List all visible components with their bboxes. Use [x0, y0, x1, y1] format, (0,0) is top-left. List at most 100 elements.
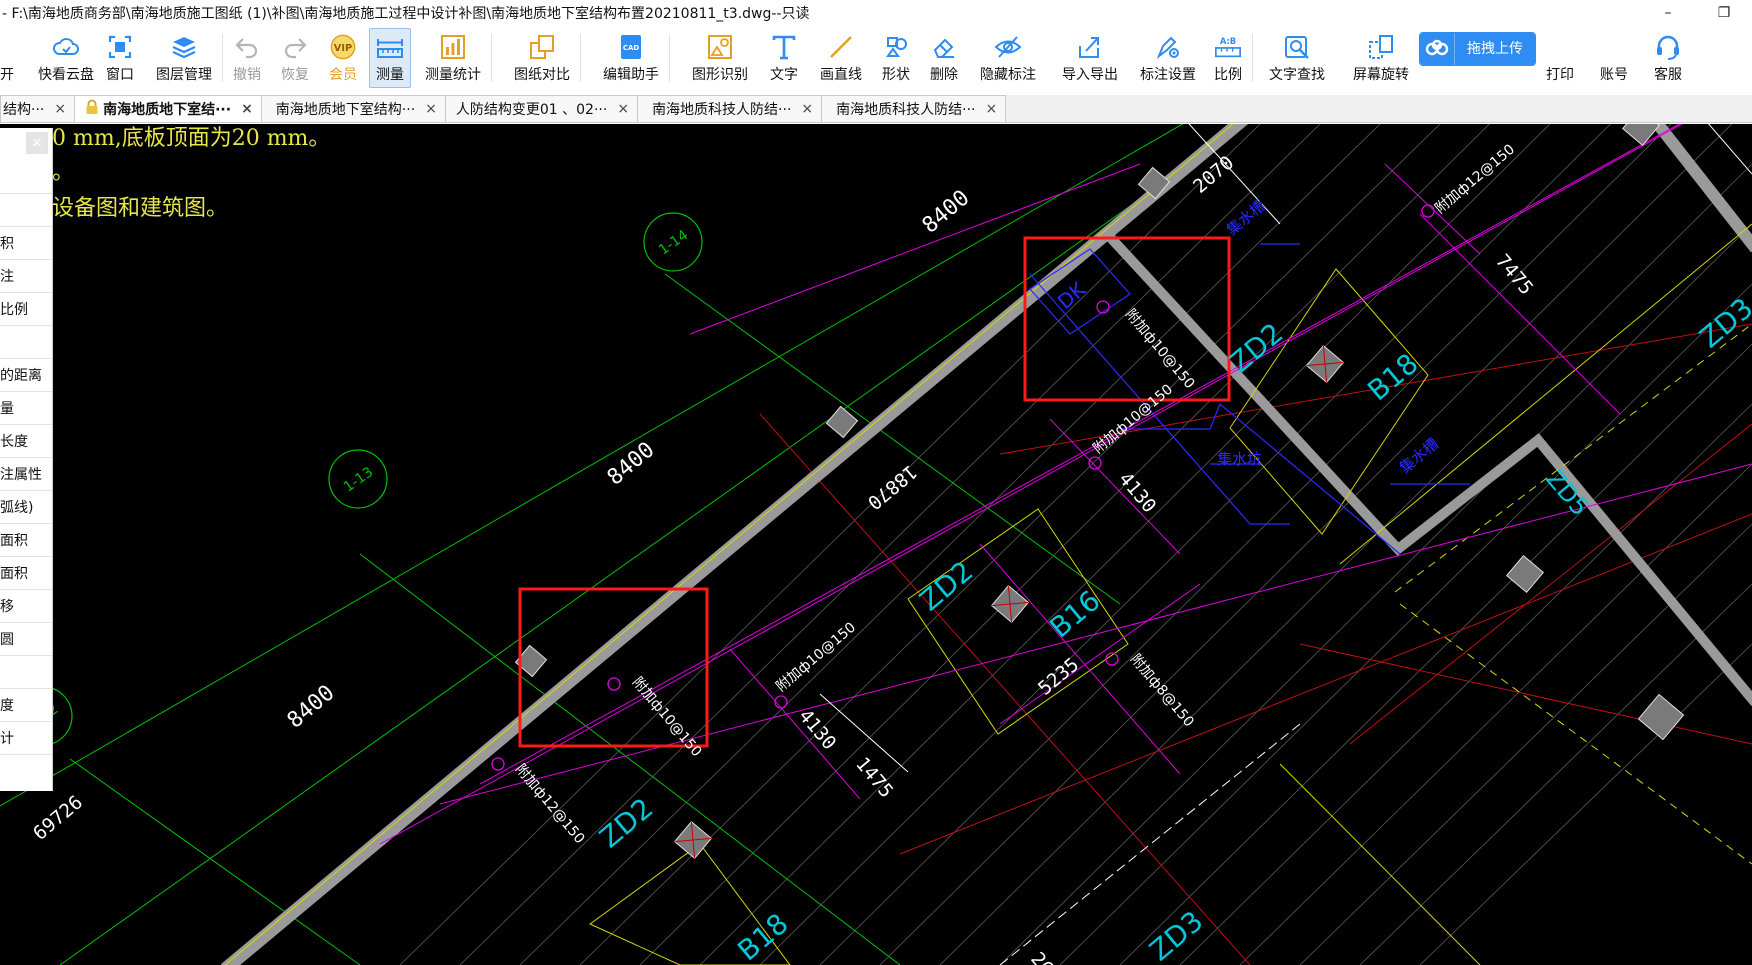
rebar-label-3: 附加ф10@150 [1090, 381, 1176, 457]
measure-stats-button[interactable]: 测量统计 [419, 28, 487, 88]
side-panel-item[interactable]: 面积 [0, 557, 52, 590]
side-panel-item[interactable]: 计 [0, 722, 52, 755]
annotation-settings-button[interactable]: 标注设置 [1134, 28, 1202, 88]
side-panel-item[interactable]: 度 [0, 689, 52, 722]
lock-icon [85, 99, 99, 119]
support-icon [1654, 33, 1682, 61]
close-icon[interactable]: × [26, 132, 48, 154]
rebar-label-4: 附加ф10@150 [773, 619, 859, 695]
compare-button[interactable]: 图纸对比 [508, 28, 576, 88]
layer-manager-button[interactable]: 图层管理 [150, 28, 218, 88]
measure-icon [376, 33, 404, 61]
undo-button[interactable]: 撤销 [227, 28, 267, 88]
zone-label-2: ZD2 [913, 554, 979, 617]
measure-button[interactable]: 测量 [369, 28, 411, 88]
tab-doc-4[interactable]: 人防结构变更01 、02··· × [444, 95, 639, 122]
tab-doc-5[interactable]: 南海地质科技人防结··· × [637, 95, 823, 122]
scale-button[interactable]: A:B 比例 [1208, 28, 1248, 88]
shape-button[interactable]: 形状 [876, 28, 916, 88]
drag-upload-button[interactable]: 拖拽上传 [1419, 32, 1536, 66]
tab-doc-1[interactable]: 结构··· × [0, 95, 76, 122]
drawing-canvas[interactable]: 1-14 1-13 1-12 [0, 124, 1752, 965]
window-button[interactable]: 窗口 [100, 28, 140, 88]
side-panel-item[interactable]: 的距离 [0, 359, 52, 392]
restore-button[interactable]: ❐ [1696, 0, 1752, 26]
support-button[interactable]: 客服 [1648, 28, 1688, 88]
toolbar-separator [669, 34, 670, 82]
side-panel-item[interactable]: 量 [0, 392, 52, 425]
open-icon [4, 33, 10, 61]
close-icon[interactable]: × [425, 101, 437, 117]
zone-label-4: ZD3 [1143, 904, 1209, 965]
tab-doc-3[interactable]: 南海地质地下室结构··· × [260, 95, 446, 122]
rotate-screen-button[interactable]: 屏幕旋转 [1347, 28, 1415, 88]
measure-stats-icon [439, 33, 467, 61]
side-panel-item[interactable]: 圆 [0, 623, 52, 656]
side-panel-item[interactable]: 移 [0, 590, 52, 623]
shape-recognize-button[interactable]: 图形识别 [686, 28, 754, 88]
account-button[interactable]: 账号 [1594, 28, 1634, 88]
text-search-button[interactable]: 文字查找 [1263, 28, 1331, 88]
close-icon[interactable]: × [54, 101, 66, 117]
text-search-icon [1283, 33, 1311, 61]
side-panel-item[interactable] [0, 326, 52, 359]
close-icon[interactable]: × [801, 101, 813, 117]
delete-button[interactable]: 删除 [924, 28, 964, 88]
title-bar: - F:\南海地质商务部\南海地质施工图纸 (1)\补图\南海地质施工过程中设计… [0, 0, 1752, 26]
rebar-label-7: 附加ф8@150 [1127, 651, 1197, 730]
side-panel-item[interactable]: 积 [0, 227, 52, 260]
rebar-label-6: 附加ф12@150 [512, 761, 588, 847]
import-export-button[interactable]: 导入导出 [1056, 28, 1124, 88]
hide-annotation-button[interactable]: 隐藏标注 [974, 28, 1042, 88]
redo-button[interactable]: 恢复 [275, 28, 315, 88]
eraser-icon [930, 33, 958, 61]
side-panel-item[interactable]: 注属性 [0, 458, 52, 491]
note-line-2: 。 [52, 160, 74, 185]
side-panel-item[interactable]: 面积 [0, 524, 52, 557]
tab-doc-6[interactable]: 南海地质科技人防结··· × [821, 95, 1007, 122]
side-panel-item[interactable]: 注 [0, 260, 52, 293]
close-icon[interactable]: × [986, 101, 998, 117]
side-panel-item[interactable]: 弧线) [0, 491, 52, 524]
close-icon[interactable]: × [241, 101, 253, 117]
side-panel-item[interactable] [0, 194, 52, 227]
text-icon [770, 33, 798, 61]
cloud-drive-button[interactable]: 快看云盘 [32, 28, 100, 88]
dim-text-1: 8400 [918, 185, 975, 238]
document-tabs: 结构··· × 南海地质地下室结··· × 南海地质地下室结构··· × 人防结… [0, 95, 1752, 123]
rotate-screen-icon [1367, 33, 1395, 61]
dim-text-3: 8400 [283, 680, 340, 733]
note-line-1: 0 mm,底板顶面为20 mm。 [52, 126, 330, 151]
side-panel-item[interactable] [0, 161, 52, 194]
upload-icon [1420, 33, 1454, 65]
line-icon [827, 33, 855, 61]
draw-line-button[interactable]: 画直线 [814, 28, 868, 88]
axis-label-1-13: 1-13 [341, 464, 376, 495]
layers-icon [170, 33, 198, 61]
cloud-icon [52, 33, 80, 61]
text-button[interactable]: 文字 [764, 28, 804, 88]
cad-icon-text: CAD [623, 44, 640, 52]
edit-assistant-icon: CAD [617, 33, 645, 61]
import-export-icon [1076, 33, 1104, 61]
scale-icon: A:B [1214, 33, 1242, 61]
cad-drawing[interactable]: 1-14 1-13 1-12 [0, 124, 1752, 965]
open-button[interactable]: 开 [0, 28, 16, 88]
side-panel-item[interactable] [0, 656, 52, 689]
red-lines [759, 323, 1752, 965]
drag-upload-label: 拖拽上传 [1454, 33, 1535, 65]
side-panel-item[interactable]: 长度 [0, 425, 52, 458]
window-icon [106, 33, 134, 61]
vip-button[interactable]: VIP 会员 [323, 28, 363, 88]
side-panel-item[interactable]: 比例 [0, 293, 52, 326]
print-button[interactable]: 打印 [1540, 28, 1580, 88]
compare-icon [528, 33, 556, 61]
tab-doc-2[interactable]: 南海地质地下室结··· × [74, 95, 262, 122]
dim-text-2: 8400 [603, 437, 660, 490]
dim-text-7: 4130 [794, 705, 840, 754]
scale-icon-text: A:B [1220, 36, 1236, 46]
edit-assistant-button[interactable]: CAD 编辑助手 [597, 28, 665, 88]
dim-text-12: 2600 [1026, 948, 1072, 965]
close-icon[interactable]: × [617, 101, 629, 117]
minimize-button[interactable]: – [1640, 0, 1696, 26]
